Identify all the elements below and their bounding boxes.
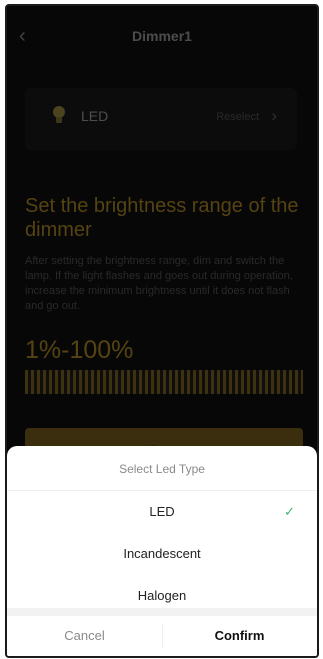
option-label: Halogen bbox=[137, 588, 187, 603]
screen: ‹ Dimmer1 LED Reselect › Set the brightn… bbox=[7, 6, 317, 656]
led-type-sheet: Select Led Type LED ✓ Incandescent Halog… bbox=[7, 446, 317, 656]
divider bbox=[7, 490, 317, 491]
phone-frame: ‹ Dimmer1 LED Reselect › Set the brightn… bbox=[5, 4, 319, 658]
option-label: LED bbox=[149, 504, 175, 519]
option-led[interactable]: LED ✓ bbox=[7, 492, 317, 532]
option-label: Incandescent bbox=[123, 546, 201, 561]
confirm-button[interactable]: Confirm bbox=[162, 616, 317, 656]
sheet-actions: Cancel Confirm bbox=[7, 608, 317, 656]
sheet-title: Select Led Type bbox=[119, 462, 205, 476]
checkmark-icon: ✓ bbox=[284, 504, 295, 519]
option-incandescent[interactable]: Incandescent bbox=[7, 534, 317, 574]
cancel-button[interactable]: Cancel bbox=[7, 616, 162, 656]
